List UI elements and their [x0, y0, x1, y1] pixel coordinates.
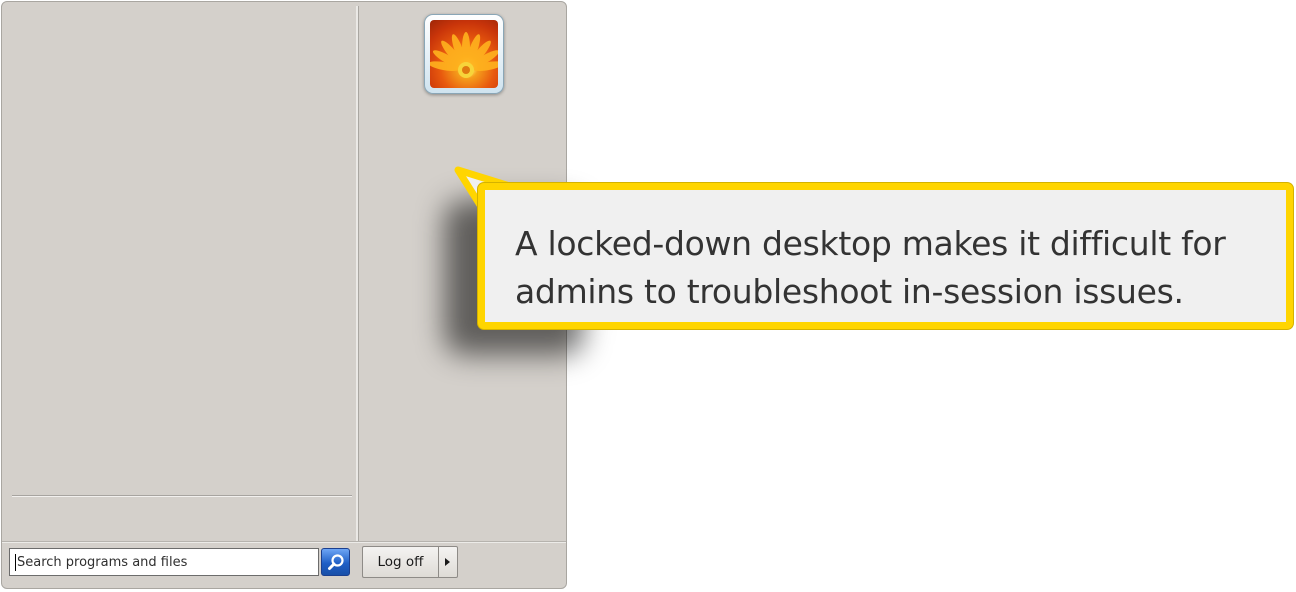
text-caret: [15, 553, 16, 571]
stage: Log off A locked-down desktop makes it d…: [0, 0, 1296, 592]
logoff-split-button: Log off: [362, 546, 458, 578]
callout: A locked-down desktop makes it difficult…: [478, 183, 1293, 329]
programs-pane: [6, 6, 358, 541]
logoff-button[interactable]: Log off: [362, 546, 438, 578]
programs-divider: [12, 495, 352, 497]
logoff-options-button[interactable]: [438, 546, 458, 578]
search-input[interactable]: [17, 554, 307, 570]
callout-text: A locked-down desktop makes it difficult…: [515, 224, 1226, 311]
search-input-box[interactable]: [9, 548, 319, 576]
user-picture[interactable]: [424, 14, 504, 94]
search-icon: [327, 554, 344, 570]
triangle-right-icon: [445, 558, 450, 566]
flower-icon: [430, 32, 498, 78]
flower-user-picture: [430, 20, 498, 88]
search-button[interactable]: [321, 548, 350, 576]
